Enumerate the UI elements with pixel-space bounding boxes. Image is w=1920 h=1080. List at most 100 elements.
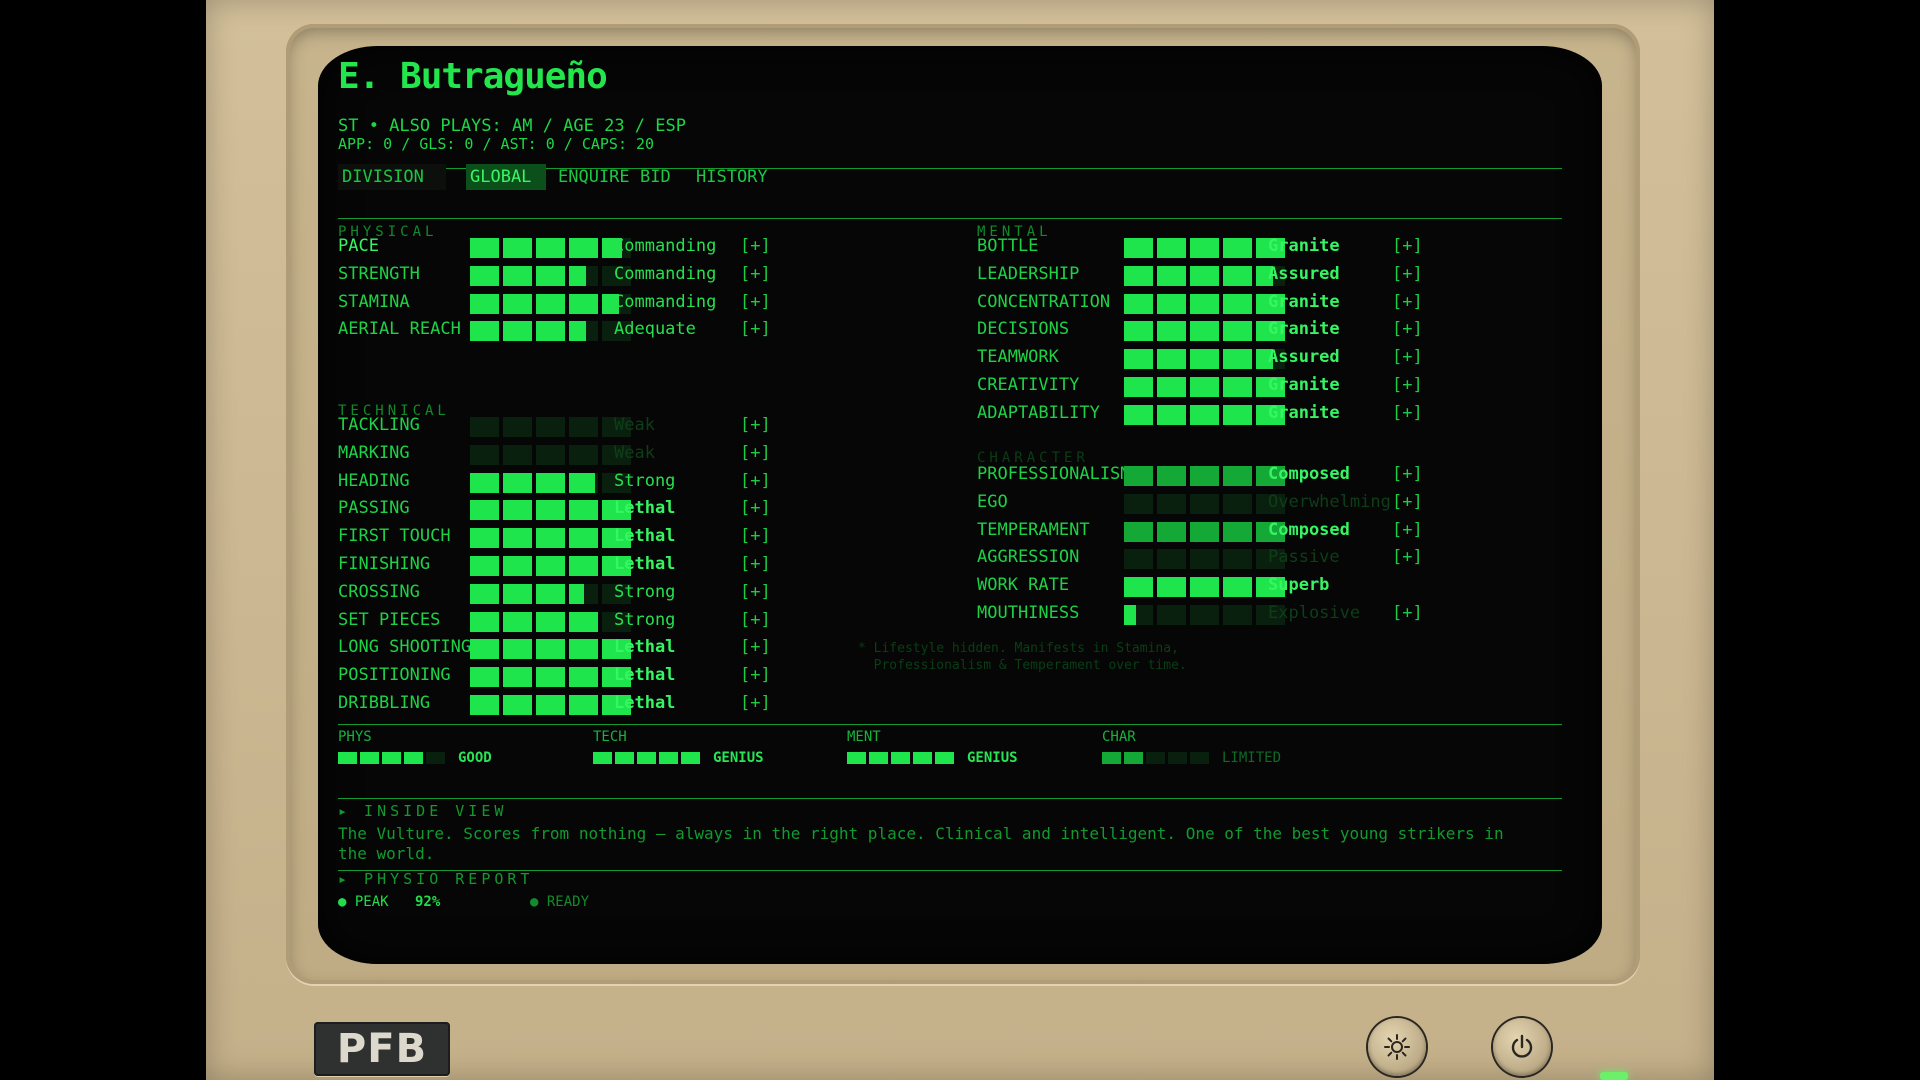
meter-segment bbox=[1124, 265, 1153, 286]
meter-segment bbox=[470, 500, 499, 521]
attribute-row-set-pieces: SET PIECES Strong [+] bbox=[338, 610, 800, 638]
meter-segment bbox=[536, 500, 565, 521]
expand-button[interactable]: [+] bbox=[740, 471, 771, 491]
attribute-rating: Adequate bbox=[614, 319, 696, 340]
attribute-meter bbox=[470, 444, 631, 465]
tab-global[interactable]: GLOBAL bbox=[466, 164, 546, 190]
expand-button[interactable]: [+] bbox=[740, 292, 771, 312]
attribute-label: AGGRESSION bbox=[977, 547, 1080, 568]
meter-segment bbox=[1223, 293, 1252, 314]
expand-button[interactable]: [+] bbox=[740, 582, 771, 602]
meter-segment bbox=[1190, 521, 1219, 542]
expand-button[interactable]: [+] bbox=[1392, 347, 1423, 367]
expand-button[interactable]: [+] bbox=[1392, 403, 1423, 423]
summary-segment bbox=[593, 752, 612, 764]
meter-segment bbox=[1190, 404, 1219, 425]
expand-button[interactable]: [+] bbox=[740, 554, 771, 574]
meter-segment bbox=[1223, 349, 1252, 370]
power-knob[interactable] bbox=[1493, 1018, 1551, 1076]
expand-button[interactable]: [+] bbox=[1392, 319, 1423, 339]
attribute-label: AERIAL REACH bbox=[338, 319, 461, 340]
attribute-meter bbox=[1124, 349, 1285, 370]
expand-button[interactable]: [+] bbox=[740, 526, 771, 546]
attribute-label: PASSING bbox=[338, 498, 410, 519]
expand-button[interactable]: [+] bbox=[1392, 492, 1423, 512]
meter-segment bbox=[536, 321, 565, 342]
meter-segment bbox=[470, 528, 499, 549]
physio-percent: 92% bbox=[415, 894, 441, 910]
tab-bid[interactable]: BID bbox=[636, 164, 675, 190]
attribute-rating: Granite bbox=[1268, 402, 1340, 423]
meter-segment bbox=[1223, 321, 1252, 342]
meter-segment bbox=[536, 293, 565, 314]
expand-button[interactable]: [+] bbox=[740, 693, 771, 713]
expand-button[interactable]: [+] bbox=[740, 319, 771, 339]
attribute-row-heading: HEADING Strong [+] bbox=[338, 471, 800, 499]
expand-button[interactable]: [+] bbox=[740, 637, 771, 657]
meter-segment bbox=[569, 472, 598, 493]
expand-button[interactable]: [+] bbox=[740, 415, 771, 435]
attribute-meter bbox=[1124, 321, 1285, 342]
expand-button[interactable]: [+] bbox=[1392, 292, 1423, 312]
expand-button[interactable]: [+] bbox=[1392, 520, 1423, 540]
attribute-meter bbox=[470, 500, 631, 521]
meter-segment bbox=[470, 667, 499, 688]
meter-segment bbox=[1190, 265, 1219, 286]
attribute-meter bbox=[470, 611, 631, 632]
expand-button[interactable]: [+] bbox=[740, 236, 771, 256]
attribute-rating: Commanding bbox=[614, 236, 717, 256]
expand-button[interactable]: [+] bbox=[740, 264, 771, 284]
expand-button[interactable]: [+] bbox=[740, 498, 771, 518]
meter-segment bbox=[569, 444, 598, 465]
meter-segment bbox=[470, 472, 499, 493]
meter-segment bbox=[1157, 605, 1186, 625]
summary-segment bbox=[1190, 752, 1209, 764]
attribute-row-mouthiness: MOUTHINESS Explosive [+] bbox=[977, 603, 1602, 631]
lifestyle-note: * Lifestyle hidden. Manifests in Stamina… bbox=[858, 641, 1187, 673]
summary-segment bbox=[1168, 752, 1187, 764]
meter-segment bbox=[1157, 521, 1186, 542]
meter-segment bbox=[569, 556, 598, 576]
attribute-meter bbox=[470, 293, 631, 314]
summary-meter bbox=[847, 752, 954, 764]
expand-button[interactable]: [+] bbox=[740, 665, 771, 685]
meter-segment bbox=[503, 417, 532, 437]
expand-button[interactable]: [+] bbox=[1392, 603, 1423, 623]
meter-segment bbox=[1190, 549, 1219, 570]
power-led bbox=[1600, 1072, 1628, 1080]
attribute-label: TEMPERAMENT bbox=[977, 519, 1090, 540]
expand-button[interactable]: [+] bbox=[740, 610, 771, 630]
attribute-rating: Assured bbox=[1268, 347, 1340, 368]
meter-segment bbox=[470, 293, 499, 314]
expand-button[interactable]: [+] bbox=[1392, 464, 1423, 484]
tab-division[interactable]: DIVISION bbox=[338, 164, 446, 190]
tab-history[interactable]: HISTORY bbox=[692, 164, 772, 190]
summary-segment bbox=[869, 752, 888, 764]
physio-ready: ● READY bbox=[530, 894, 590, 910]
attribute-label: MOUTHINESS bbox=[977, 603, 1080, 623]
summary-value: GOOD bbox=[458, 750, 492, 766]
expand-button[interactable]: [+] bbox=[1392, 375, 1423, 395]
attribute-row-marking: MARKING Weak [+] bbox=[338, 443, 800, 471]
tab-enquire[interactable]: ENQUIRE bbox=[554, 164, 634, 190]
attribute-meter bbox=[470, 667, 631, 688]
meter-segment bbox=[1124, 404, 1153, 425]
expand-button[interactable]: [+] bbox=[740, 443, 771, 463]
attribute-rating: Assured bbox=[1268, 263, 1340, 284]
meter-segment bbox=[1124, 521, 1153, 542]
attribute-label: CONCENTRATION bbox=[977, 291, 1111, 312]
expand-button[interactable]: [+] bbox=[1392, 236, 1423, 256]
meter-segment bbox=[569, 639, 598, 660]
attribute-row-finishing: FINISHING Lethal [+] bbox=[338, 554, 800, 582]
meter-segment bbox=[503, 265, 532, 286]
summary-segment bbox=[847, 752, 866, 764]
meter-segment bbox=[569, 293, 598, 314]
summary-label-phys: PHYS bbox=[338, 729, 372, 745]
expand-button[interactable]: [+] bbox=[1392, 547, 1423, 567]
attribute-row-crossing: CROSSING Strong [+] bbox=[338, 582, 800, 610]
meter-segment bbox=[503, 321, 532, 342]
brightness-knob[interactable] bbox=[1368, 1018, 1426, 1076]
attribute-rating: Lethal bbox=[614, 637, 676, 658]
expand-button[interactable]: [+] bbox=[1392, 264, 1423, 284]
meter-segment bbox=[503, 556, 532, 576]
